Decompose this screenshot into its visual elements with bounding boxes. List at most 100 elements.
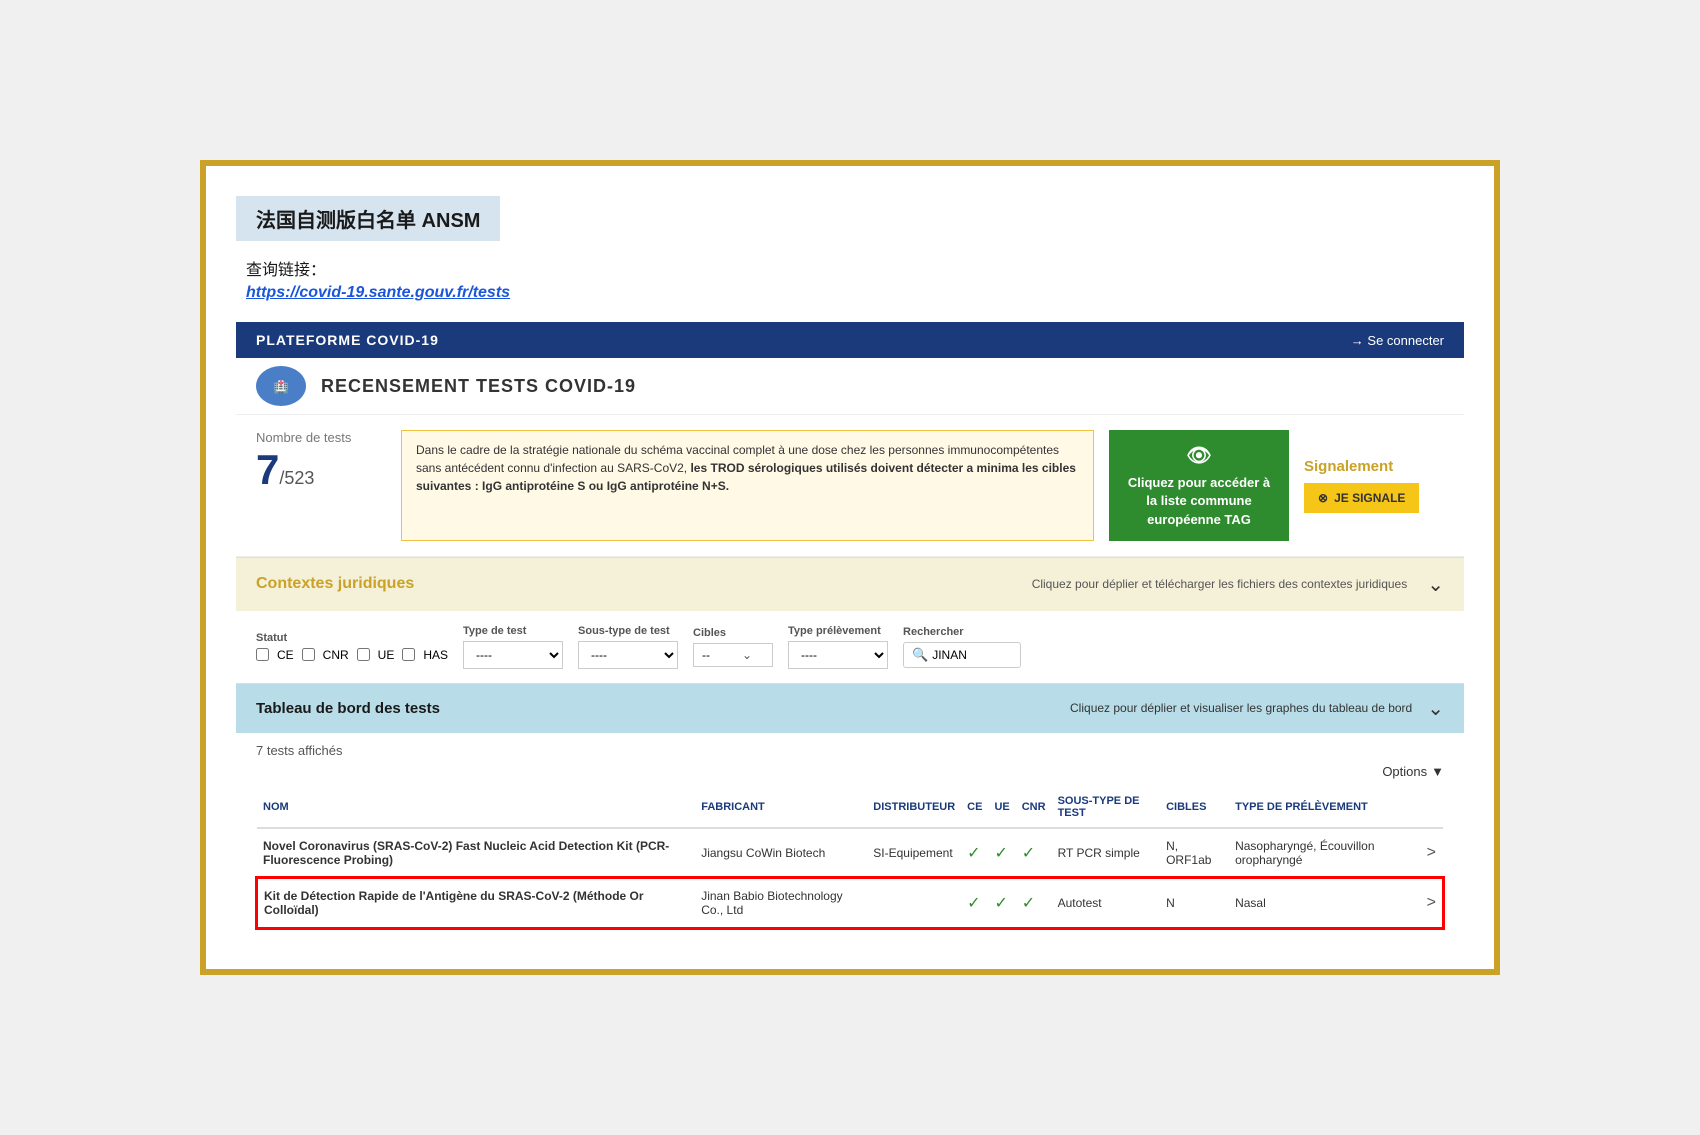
tableau-title: Tableau de bord des tests	[256, 700, 440, 717]
col-header-cnr: CNR	[1016, 787, 1052, 828]
row1-cnr: ✓	[1016, 828, 1052, 878]
col-header-nom: NOM	[257, 787, 695, 828]
svg-text:🏥: 🏥	[274, 380, 289, 394]
row1-distributeur: SI-Equipement	[867, 828, 961, 878]
row1-type-prelevement: Nasopharyngé, Écouvillon oropharyngé	[1229, 828, 1421, 878]
type-test-select[interactable]: ----	[463, 641, 563, 669]
test-count-box: Nombre de tests 7/523	[256, 430, 386, 541]
ue-checkbox[interactable]	[357, 648, 370, 661]
type-prelevement-filter-group: Type prélèvement ----	[788, 625, 888, 669]
signalement-btn-label: JE SIGNALE	[1334, 491, 1405, 505]
stats-section: Nombre de tests 7/523 Dans le cadre de l…	[236, 415, 1464, 557]
signalement-button[interactable]: ⊗ JE SIGNALE	[1304, 483, 1419, 513]
tableau-hint: Cliquez pour déplier et visualiser les g…	[440, 701, 1427, 715]
row1-sous-type: RT PCR simple	[1052, 828, 1161, 878]
green-cta-button[interactable]: 👁 Cliquez pour accéder à la liste commun…	[1109, 430, 1289, 541]
col-header-ue: UE	[988, 787, 1015, 828]
tableau-chevron-icon[interactable]: ⌄	[1427, 696, 1444, 721]
signalement-icon: ⊗	[1318, 491, 1328, 505]
type-prelevement-label: Type prélèvement	[788, 625, 888, 637]
results-count: 7 tests affichés	[256, 743, 1444, 758]
row2-sous-type: Autotest	[1052, 878, 1161, 928]
search-input[interactable]	[932, 648, 1012, 662]
row1-arrow-icon: >	[1427, 844, 1436, 861]
table-header-row: NOM FABRICANT DISTRIBUTEUR CE UE CNR SOU…	[257, 787, 1443, 828]
row1-arrow[interactable]: >	[1421, 828, 1443, 878]
results-section: 7 tests affichés Options ▼ NOM FABRICANT…	[236, 733, 1464, 939]
sous-type-filter-group: Sous-type de test ----	[578, 625, 678, 669]
branding-bar: 🏥 Recensement tests covid-19	[236, 358, 1464, 415]
green-cta-line2: la liste commune	[1146, 492, 1251, 510]
tableau-section[interactable]: Tableau de bord des tests Cliquez pour d…	[236, 684, 1464, 733]
eye-icon: 👁	[1186, 442, 1211, 470]
cibles-input-wrapper: ⌄	[693, 643, 773, 667]
query-link[interactable]: https://covid-19.sante.gouv.fr/tests	[246, 284, 510, 301]
row2-cnr: ✓	[1016, 878, 1052, 928]
ue-check-icon: ✓	[994, 845, 1007, 862]
col-header-sous-type: SOUS-TYPE DE TEST	[1052, 787, 1161, 828]
ue-label: UE	[378, 648, 395, 662]
sous-type-label: Sous-type de test	[578, 625, 678, 637]
signalement-box: Signalement ⊗ JE SIGNALE	[1304, 430, 1444, 541]
statut-checkboxes: CE CNR UE HAS	[256, 648, 448, 662]
cibles-input[interactable]	[702, 648, 742, 662]
row2-nom: Kit de Détection Rapide de l'Antigène du…	[257, 878, 695, 928]
green-cta-line1: Cliquez pour accéder à	[1128, 474, 1270, 492]
row1-nom: Novel Coronavirus (SRAS-CoV-2) Fast Nucl…	[257, 828, 695, 878]
cnr-check-icon-2: ✓	[1022, 895, 1035, 912]
query-label: 查询链接：	[246, 256, 1464, 280]
options-button[interactable]: Options ▼	[1382, 764, 1444, 779]
login-link[interactable]: → Se connecter	[1351, 333, 1444, 348]
row2-arrow-icon: >	[1427, 894, 1436, 911]
test-count-label: Nombre de tests	[256, 430, 386, 445]
sous-type-select[interactable]: ----	[578, 641, 678, 669]
row2-distributeur	[867, 878, 961, 928]
statut-filter-group: Statut CE CNR UE HAS	[256, 632, 448, 662]
rechercher-label: Rechercher	[903, 626, 1021, 638]
cibles-filter-group: Cibles ⌄	[693, 627, 773, 667]
has-checkbox[interactable]	[402, 648, 415, 661]
row1-ce: ✓	[961, 828, 988, 878]
type-test-label: Type de test	[463, 625, 563, 637]
statut-label: Statut	[256, 632, 448, 644]
row2-arrow[interactable]: >	[1421, 878, 1443, 928]
contextes-hint: Cliquez pour déplier et télécharger les …	[414, 577, 1427, 591]
options-chevron-icon: ▼	[1431, 764, 1444, 779]
signalement-label: Signalement	[1304, 458, 1393, 475]
row2-ue: ✓	[988, 878, 1015, 928]
col-header-cibles: CIBLES	[1160, 787, 1229, 828]
outer-frame: 法国自测版白名单 ANSM 查询链接： https://covid-19.san…	[200, 160, 1500, 975]
ce-label: CE	[277, 648, 294, 662]
brand-text: Recensement tests covid-19	[321, 376, 636, 397]
col-header-fabricant: FABRICANT	[695, 787, 867, 828]
type-prelevement-select[interactable]: ----	[788, 641, 888, 669]
contextes-title: Contextes juridiques	[256, 575, 414, 593]
row2-fabricant: Jinan Babio Biotechnology Co., Ltd	[695, 878, 867, 928]
has-label: HAS	[423, 648, 448, 662]
contextes-section[interactable]: Contextes juridiques Cliquez pour déplie…	[236, 557, 1464, 611]
row2-cibles: N	[1160, 878, 1229, 928]
logo-icon: 🏥	[256, 366, 306, 406]
search-input-wrapper: 🔍	[903, 642, 1021, 668]
col-header-distributeur: DISTRIBUTEUR	[867, 787, 961, 828]
test-count-number: 7	[256, 446, 279, 493]
options-row: Options ▼	[256, 764, 1444, 779]
contextes-chevron-icon[interactable]: ⌄	[1427, 572, 1444, 597]
cibles-label: Cibles	[693, 627, 773, 639]
row1-cibles: N, ORF1ab	[1160, 828, 1229, 878]
table-row: Novel Coronavirus (SRAS-CoV-2) Fast Nucl…	[257, 828, 1443, 878]
col-header-type-prelevement: TYPE DE PRÉLÈVEMENT	[1229, 787, 1421, 828]
row1-fabricant: Jiangsu CoWin Biotech	[695, 828, 867, 878]
ce-check-icon-2: ✓	[967, 895, 980, 912]
options-label: Options	[1382, 764, 1427, 779]
cnr-checkbox[interactable]	[302, 648, 315, 661]
results-table: NOM FABRICANT DISTRIBUTEUR CE UE CNR SOU…	[256, 787, 1444, 929]
ce-checkbox[interactable]	[256, 648, 269, 661]
test-count-total: /523	[279, 468, 314, 488]
header-section: 法国自测版白名单 ANSM 查询链接： https://covid-19.san…	[236, 196, 1464, 302]
cnr-label: CNR	[323, 648, 349, 662]
search-icon: 🔍	[912, 647, 928, 663]
info-box: Dans le cadre de la stratégie nationale …	[401, 430, 1094, 541]
type-test-filter-group: Type de test ----	[463, 625, 563, 669]
cnr-check-icon: ✓	[1022, 845, 1035, 862]
